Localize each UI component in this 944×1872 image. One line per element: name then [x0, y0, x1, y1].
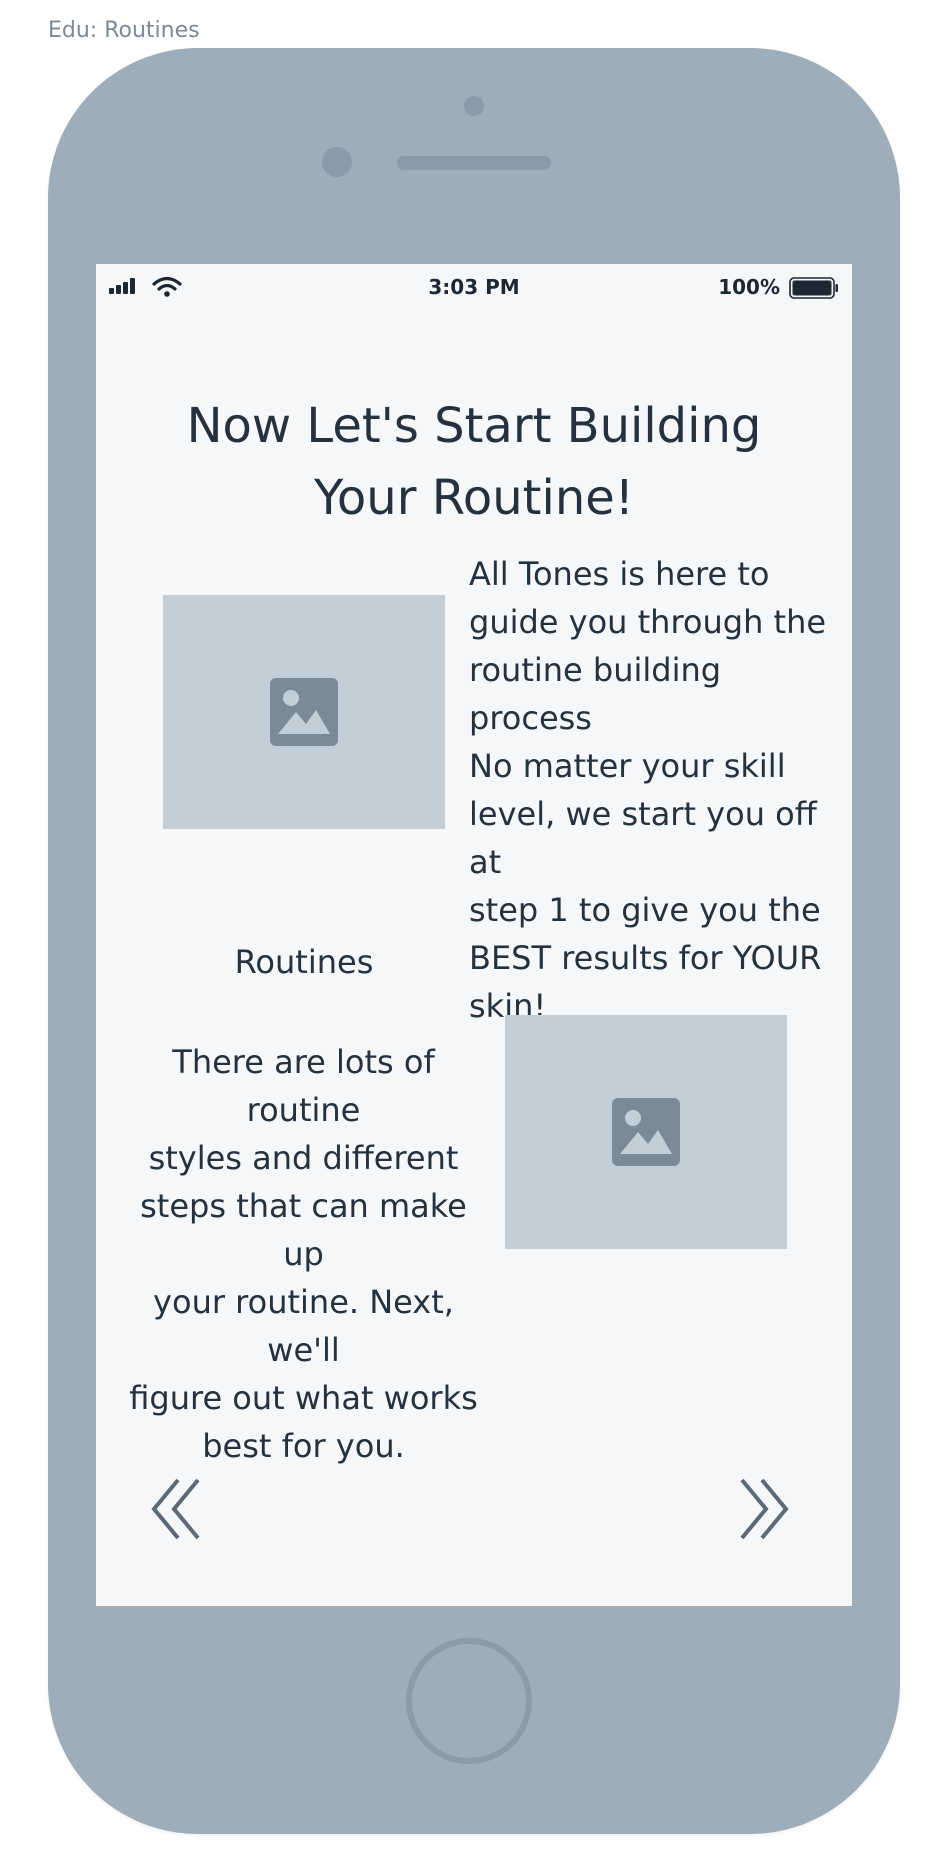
next-button[interactable]	[734, 1476, 790, 1542]
section-label-routines: Routines	[234, 943, 374, 981]
routines-image-placeholder	[505, 1015, 787, 1249]
phone-screen: 3:03 PM 100% Now Let's Start Building Yo…	[96, 264, 852, 1606]
image-placeholder-icon	[612, 1098, 680, 1166]
home-button[interactable]	[406, 1638, 532, 1764]
proximity-sensor	[464, 96, 484, 116]
back-button[interactable]	[150, 1476, 206, 1542]
status-bar: 3:03 PM 100%	[96, 264, 852, 308]
image-placeholder-icon	[270, 678, 338, 746]
double-chevron-right-icon	[740, 1478, 789, 1540]
battery-percentage: 100%	[718, 275, 780, 299]
intro-image-placeholder	[163, 595, 445, 829]
routines-paragraph: There are lots of routine styles and dif…	[129, 1043, 478, 1465]
front-camera	[322, 147, 352, 177]
intro-paragraph: All Tones is here to guide you through t…	[469, 555, 827, 1025]
battery-icon	[789, 277, 838, 299]
page: Edu: Routines 3:03 PM 100% Now Let's Sta…	[0, 0, 944, 1872]
artboard-label: Edu: Routines	[48, 18, 200, 43]
earpiece-speaker	[397, 156, 551, 170]
page-title: Now Let's Start Building Your Routine!	[186, 398, 762, 526]
double-chevron-left-icon	[151, 1478, 200, 1540]
